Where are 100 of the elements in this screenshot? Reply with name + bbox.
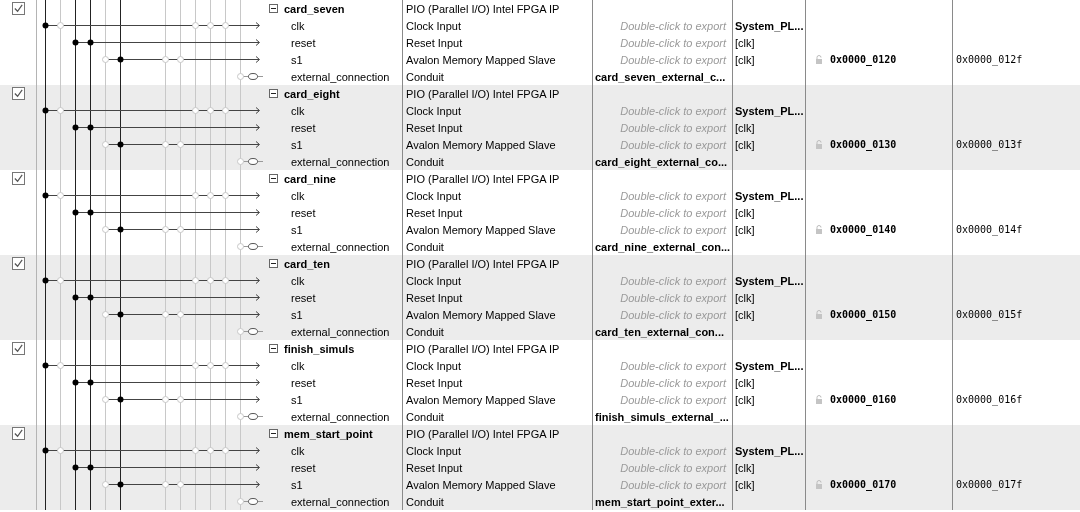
interface-name: reset bbox=[291, 461, 316, 474]
export-placeholder[interactable]: Double-click to export bbox=[620, 308, 726, 321]
interface-name: external_connection bbox=[291, 70, 390, 83]
clock-source: [clk] bbox=[735, 138, 755, 151]
enable-checkbox[interactable] bbox=[11, 257, 25, 270]
collapse-icon[interactable] bbox=[269, 344, 278, 353]
export-name[interactable]: card_eight_external_co... bbox=[595, 155, 728, 168]
clock-source: [clk] bbox=[735, 478, 755, 491]
base-address: 0x0000_0170 bbox=[830, 479, 897, 490]
component-description: PIO (Parallel I/O) Intel FPGA IP bbox=[406, 172, 560, 185]
export-placeholder[interactable]: Double-click to export bbox=[620, 19, 726, 32]
export-name[interactable]: mem_start_point_exter... bbox=[595, 495, 725, 508]
interface-description: Avalon Memory Mapped Slave bbox=[406, 393, 556, 406]
interface-description: Conduit bbox=[406, 495, 444, 508]
interface-description: Clock Input bbox=[406, 444, 462, 457]
clock-source: [clk] bbox=[735, 393, 755, 406]
interface-name: reset bbox=[291, 376, 316, 389]
enable-checkbox[interactable] bbox=[11, 342, 25, 355]
interface-name: reset bbox=[291, 36, 316, 49]
interface-description: Avalon Memory Mapped Slave bbox=[406, 308, 556, 321]
interface-description: Clock Input bbox=[406, 274, 462, 287]
interface-name: s1 bbox=[291, 138, 303, 151]
clock-source: System_PL... bbox=[735, 189, 804, 202]
collapse-icon[interactable] bbox=[269, 259, 278, 268]
export-placeholder[interactable]: Double-click to export bbox=[620, 461, 726, 474]
clock-source: [clk] bbox=[735, 121, 755, 134]
interface-description: Reset Input bbox=[406, 121, 463, 134]
component-name: card_ten bbox=[284, 257, 330, 270]
export-placeholder[interactable]: Double-click to export bbox=[620, 189, 726, 202]
interface-description: Reset Input bbox=[406, 206, 463, 219]
export-placeholder[interactable]: Double-click to export bbox=[620, 53, 726, 66]
interface-description: Clock Input bbox=[406, 189, 462, 202]
interface-name: clk bbox=[291, 444, 305, 457]
end-address: 0x0000_012f bbox=[956, 54, 1023, 65]
interface-name: external_connection bbox=[291, 495, 390, 508]
base-address: 0x0000_0130 bbox=[830, 139, 897, 150]
export-name[interactable]: card_ten_external_con... bbox=[595, 325, 724, 338]
base-address: 0x0000_0160 bbox=[830, 394, 897, 405]
interface-name: clk bbox=[291, 189, 305, 202]
collapse-icon[interactable] bbox=[269, 4, 278, 13]
clock-source: System_PL... bbox=[735, 359, 804, 372]
export-placeholder[interactable]: Double-click to export bbox=[620, 206, 726, 219]
clock-source: [clk] bbox=[735, 36, 755, 49]
clock-source: System_PL... bbox=[735, 274, 804, 287]
component-description: PIO (Parallel I/O) Intel FPGA IP bbox=[406, 257, 560, 270]
interface-name: s1 bbox=[291, 223, 303, 236]
end-address: 0x0000_013f bbox=[956, 139, 1023, 150]
clock-source: [clk] bbox=[735, 308, 755, 321]
interface-name: external_connection bbox=[291, 240, 390, 253]
export-placeholder[interactable]: Double-click to export bbox=[620, 104, 726, 117]
interface-name: s1 bbox=[291, 308, 303, 321]
interface-description: Avalon Memory Mapped Slave bbox=[406, 138, 556, 151]
export-name[interactable]: card_seven_external_c... bbox=[595, 70, 726, 83]
interface-name: s1 bbox=[291, 478, 303, 491]
enable-checkbox[interactable] bbox=[11, 427, 25, 440]
interface-description: Conduit bbox=[406, 325, 444, 338]
export-placeholder[interactable]: Double-click to export bbox=[620, 36, 726, 49]
component-name: card_nine bbox=[284, 172, 336, 185]
component-name: finish_simuls bbox=[284, 342, 355, 355]
interface-description: Avalon Memory Mapped Slave bbox=[406, 478, 556, 491]
interface-name: s1 bbox=[291, 53, 303, 66]
collapse-icon[interactable] bbox=[269, 174, 278, 183]
interface-description: Reset Input bbox=[406, 376, 463, 389]
export-placeholder[interactable]: Double-click to export bbox=[620, 359, 726, 372]
export-placeholder[interactable]: Double-click to export bbox=[620, 393, 726, 406]
interface-description: Reset Input bbox=[406, 291, 463, 304]
clock-source: System_PL... bbox=[735, 444, 804, 457]
export-placeholder[interactable]: Double-click to export bbox=[620, 478, 726, 491]
export-placeholder[interactable]: Double-click to export bbox=[620, 444, 726, 457]
collapse-icon[interactable] bbox=[269, 89, 278, 98]
base-address: 0x0000_0140 bbox=[830, 224, 897, 235]
export-placeholder[interactable]: Double-click to export bbox=[620, 223, 726, 236]
export-placeholder[interactable]: Double-click to export bbox=[620, 274, 726, 287]
export-placeholder[interactable]: Double-click to export bbox=[620, 376, 726, 389]
interface-description: Conduit bbox=[406, 70, 444, 83]
clock-source: [clk] bbox=[735, 223, 755, 236]
interface-description: Conduit bbox=[406, 410, 444, 423]
end-address: 0x0000_016f bbox=[956, 394, 1023, 405]
collapse-icon[interactable] bbox=[269, 429, 278, 438]
export-placeholder[interactable]: Double-click to export bbox=[620, 138, 726, 151]
clock-source: [clk] bbox=[735, 206, 755, 219]
interface-name: s1 bbox=[291, 393, 303, 406]
enable-checkbox[interactable] bbox=[11, 87, 25, 100]
interface-name: clk bbox=[291, 104, 305, 117]
interface-description: Reset Input bbox=[406, 36, 463, 49]
export-name[interactable]: finish_simuls_external_... bbox=[595, 410, 729, 423]
end-address: 0x0000_015f bbox=[956, 309, 1023, 320]
interface-description: Reset Input bbox=[406, 461, 463, 474]
clock-source: System_PL... bbox=[735, 104, 804, 117]
export-placeholder[interactable]: Double-click to export bbox=[620, 291, 726, 304]
component-description: PIO (Parallel I/O) Intel FPGA IP bbox=[406, 2, 560, 15]
export-name[interactable]: card_nine_external_con... bbox=[595, 240, 731, 253]
interface-description: Conduit bbox=[406, 155, 444, 168]
interface-name: external_connection bbox=[291, 325, 390, 338]
enable-checkbox[interactable] bbox=[11, 172, 25, 185]
enable-checkbox[interactable] bbox=[11, 2, 25, 15]
component-description: PIO (Parallel I/O) Intel FPGA IP bbox=[406, 427, 560, 440]
clock-source: [clk] bbox=[735, 376, 755, 389]
export-placeholder[interactable]: Double-click to export bbox=[620, 121, 726, 134]
component-name: mem_start_point bbox=[284, 427, 373, 440]
